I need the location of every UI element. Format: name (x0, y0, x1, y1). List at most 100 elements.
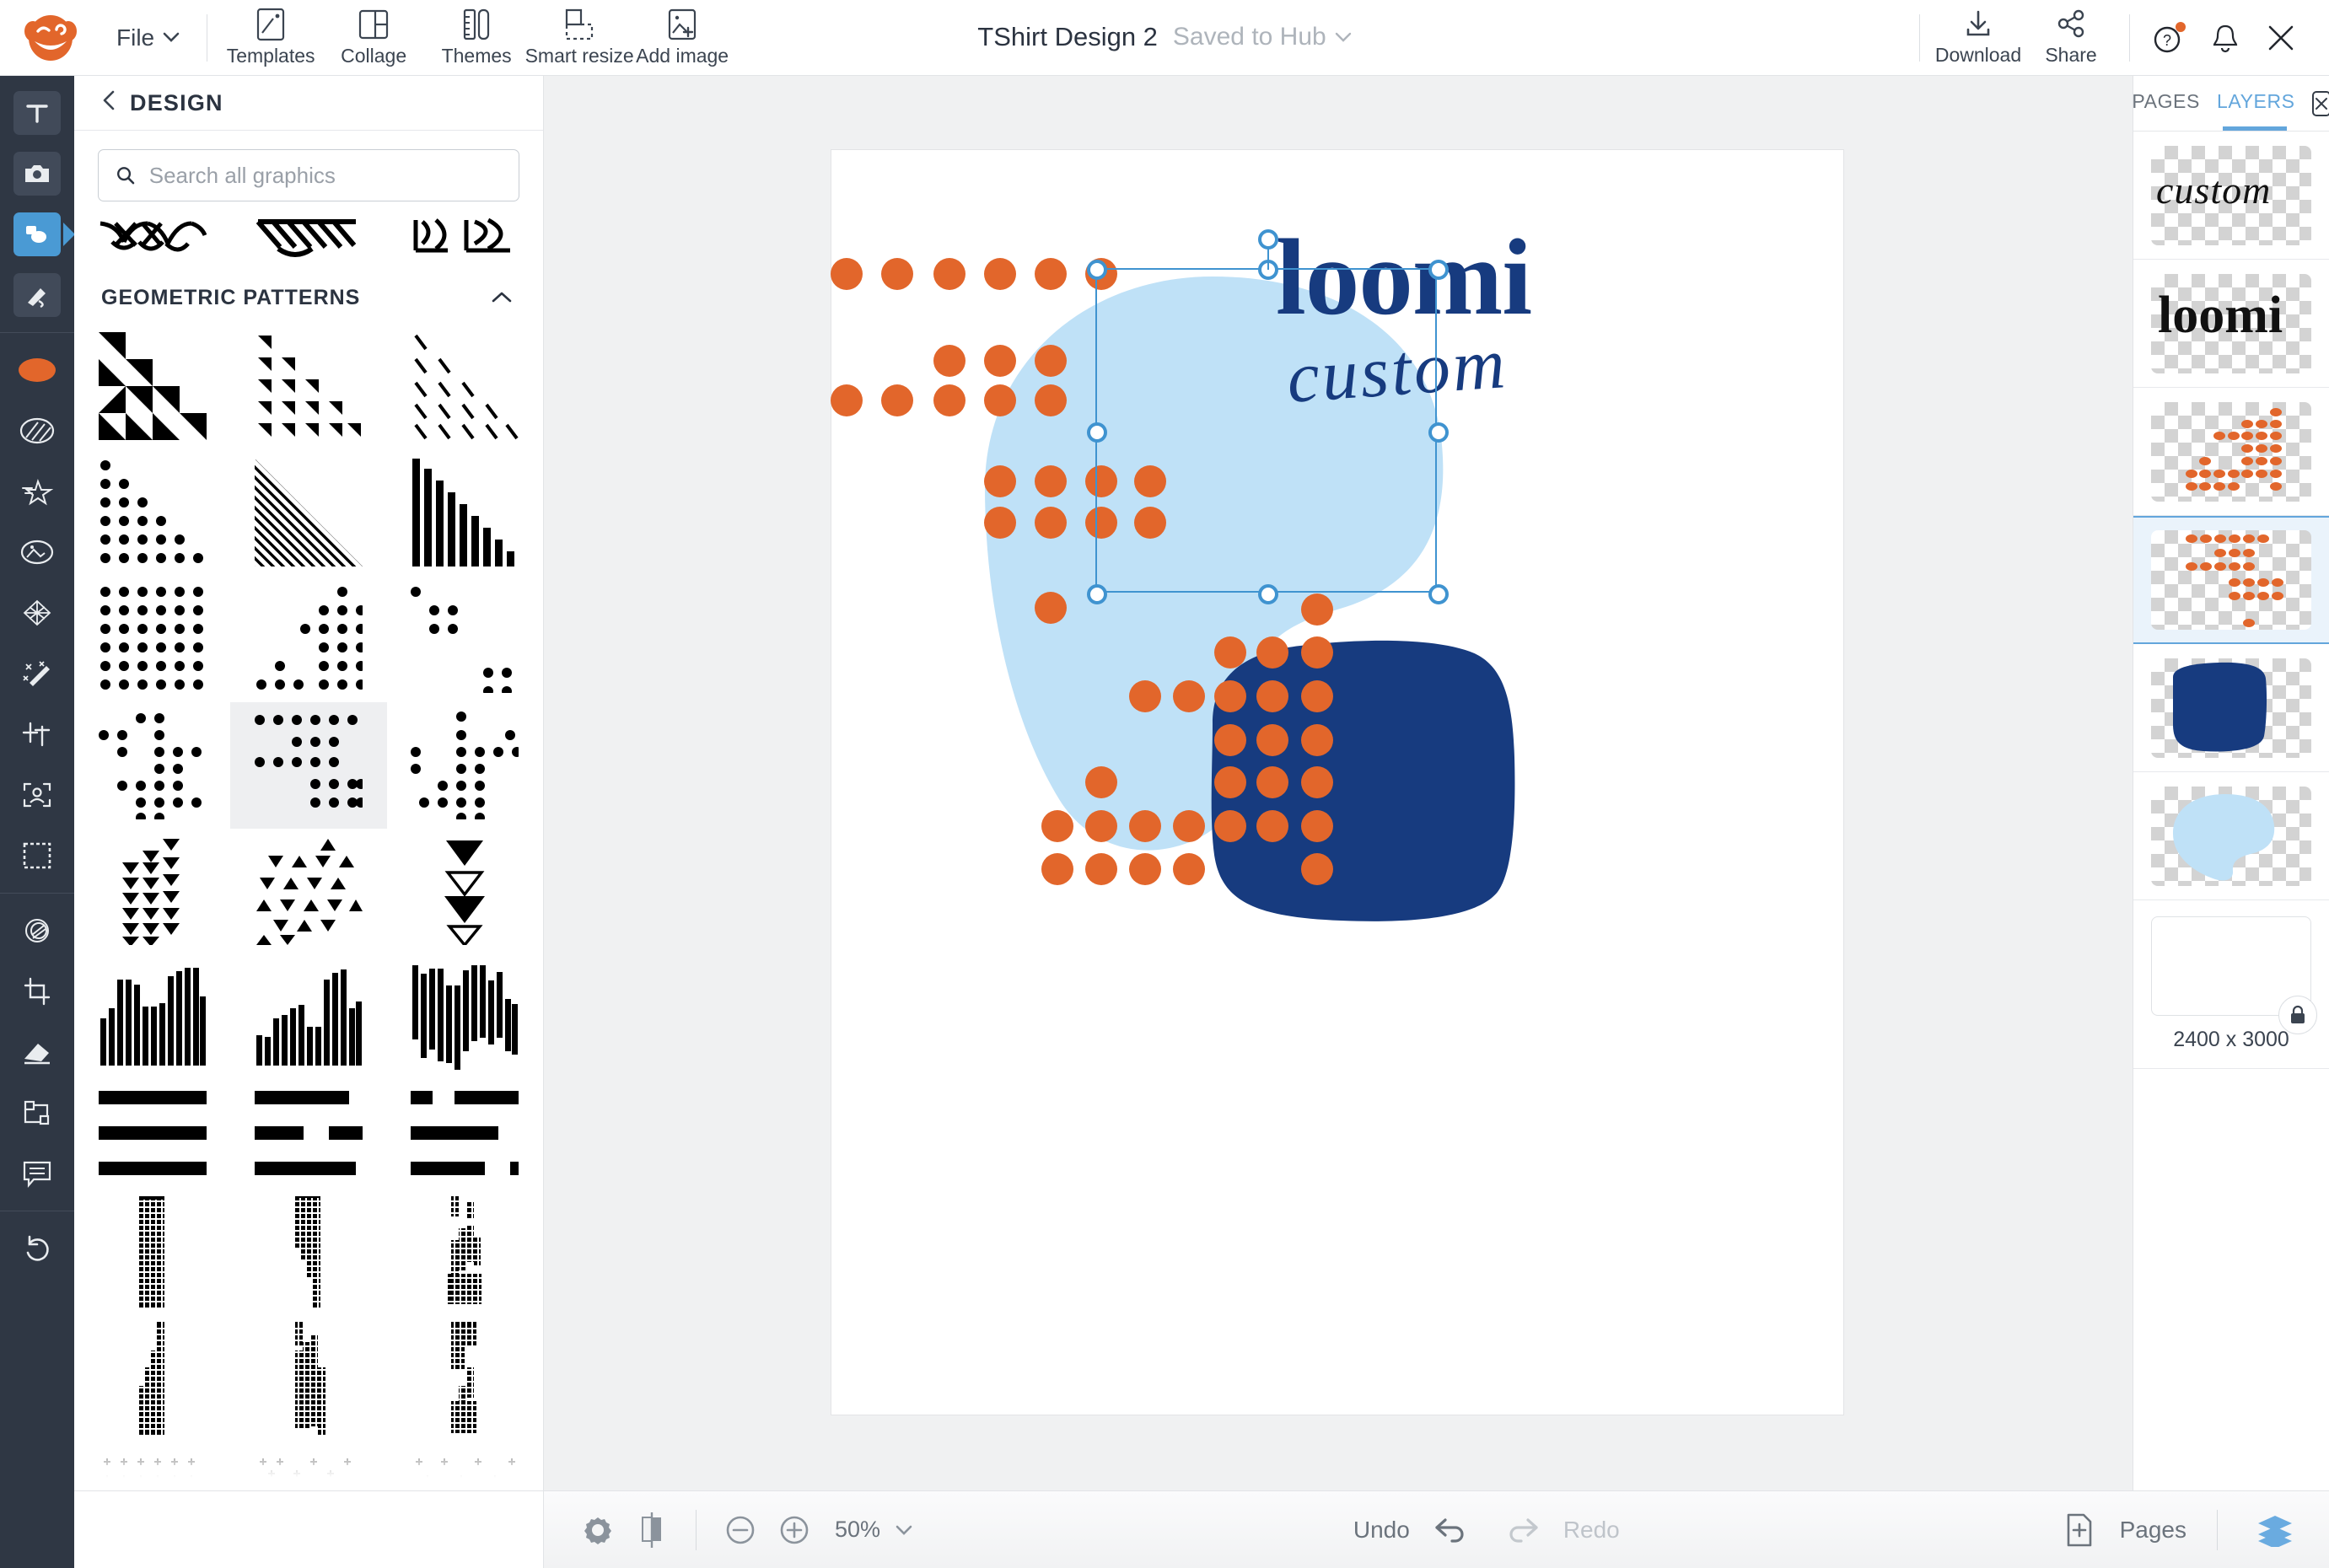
sidebar-item-text[interactable] (0, 83, 74, 143)
layer-navy-blob[interactable] (2133, 644, 2329, 772)
thumb-thick-lines-a[interactable] (74, 1078, 230, 1188)
sidebar-item-photos[interactable] (0, 143, 74, 204)
thumb-dot-cluster-a[interactable] (230, 576, 386, 702)
zoom-out-button[interactable] (713, 1503, 767, 1557)
add-image-button[interactable]: Add image (631, 0, 734, 76)
help-button[interactable]: ? (2142, 0, 2197, 76)
thumb-thick-lines-c[interactable] (387, 1078, 543, 1188)
thumb-pixel-column-c[interactable] (387, 1188, 543, 1316)
sidebar-item-effects[interactable] (0, 461, 74, 522)
thumb-dot-arrow-b-selected[interactable] (230, 702, 387, 829)
handle-top-right[interactable] (1428, 260, 1449, 280)
search-input[interactable] (148, 162, 502, 189)
thumb-hatched-triangle[interactable] (230, 449, 386, 576)
picmonkey-logo[interactable] (0, 0, 101, 76)
thumb-dot-arrow-a[interactable] (74, 702, 230, 829)
selection-box[interactable] (1087, 229, 1449, 604)
thumb-pixel-column-a[interactable] (74, 1188, 230, 1316)
close-layers-panel-button[interactable] (2311, 90, 2329, 116)
search-box[interactable] (98, 149, 519, 201)
share-button[interactable]: Share (2025, 0, 2117, 76)
handle-mid-right[interactable] (1428, 422, 1449, 443)
sidebar-item-photo-effects[interactable] (0, 522, 74, 583)
panel-back-button[interactable] (101, 89, 116, 117)
compare-view-button[interactable] (625, 1503, 679, 1557)
templates-button[interactable]: Templates (219, 0, 322, 76)
thumb-bar-chart-b[interactable] (230, 953, 386, 1078)
thumb-dot-arrow-c[interactable] (387, 702, 543, 829)
thumb-triangle-scatter[interactable] (230, 829, 386, 953)
layer-background[interactable]: 2400 x 3000 (2133, 900, 2329, 1069)
handle-mid-left[interactable] (1087, 422, 1107, 443)
themes-button[interactable]: Themes (425, 0, 528, 76)
thumb-plus-grid-b[interactable] (230, 1442, 386, 1490)
thumb-plus-grid-c[interactable] (387, 1442, 543, 1490)
thumb-pixel-taper-b[interactable] (230, 1316, 386, 1442)
sidebar-item-graphics[interactable] (0, 204, 75, 265)
sidebar-item-draw[interactable] (0, 265, 74, 325)
zoom-in-button[interactable] (767, 1503, 821, 1557)
layer-blue-blob[interactable] (2133, 772, 2329, 900)
thumb-bar-chart-c[interactable] (387, 953, 543, 1078)
sidebar-item-history[interactable] (0, 1218, 74, 1279)
tab-pages[interactable]: PAGES (2132, 90, 2200, 116)
sidebar-item-portrait[interactable] (0, 765, 74, 825)
thumb-arc-pattern-b[interactable] (230, 217, 386, 269)
sidebar-item-resize[interactable] (0, 1082, 74, 1143)
thumb-arc-pattern-a[interactable] (74, 217, 230, 269)
layer-dots-top[interactable] (2133, 516, 2329, 644)
pattern-grid[interactable] (74, 323, 543, 1490)
thumb-pixel-column-b[interactable] (230, 1188, 386, 1316)
download-button[interactable]: Download (1932, 0, 2025, 76)
layers-list[interactable]: custom loomi 2400 x 3000 (2133, 132, 2329, 1489)
thumb-pixel-taper-a[interactable] (74, 1316, 230, 1442)
thumb-dot-block-left[interactable] (74, 576, 230, 702)
thumb-tapered-bars[interactable] (387, 449, 543, 576)
zoom-dropdown-button[interactable] (887, 1503, 921, 1557)
canvas-stage[interactable]: loomi custom (544, 76, 2133, 1490)
thumb-pixel-taper-c[interactable] (387, 1316, 543, 1442)
background-lock-badge[interactable] (2278, 996, 2317, 1034)
rotation-handle[interactable] (1257, 229, 1278, 250)
thumb-small-triangles[interactable] (230, 323, 386, 449)
sidebar-item-adjust[interactable] (0, 704, 74, 765)
sidebar-item-frames[interactable] (0, 825, 74, 886)
sidebar-item-crop[interactable] (0, 961, 74, 1022)
thumb-bar-chart-a[interactable] (74, 953, 230, 1078)
thumb-dot-cluster-b[interactable] (387, 576, 543, 702)
thumb-plus-grid-a[interactable] (74, 1442, 230, 1490)
layer-loomi-text[interactable]: loomi (2133, 260, 2329, 388)
file-menu-button[interactable]: File (101, 24, 195, 51)
close-editor-button[interactable] (2253, 0, 2309, 76)
thumb-dot-triangle[interactable] (74, 449, 230, 576)
smart-resize-button[interactable]: Smart resize (525, 0, 634, 76)
sidebar-item-texture[interactable] (0, 400, 74, 461)
redo-button[interactable] (1494, 1503, 1548, 1557)
handle-top-left[interactable] (1087, 260, 1107, 280)
undo-button[interactable] (1425, 1503, 1479, 1557)
sidebar-item-textures[interactable] (0, 583, 74, 643)
tab-layers[interactable]: LAYERS (2217, 90, 2295, 116)
artboard[interactable]: loomi custom (831, 150, 1843, 1415)
settings-button[interactable] (571, 1503, 625, 1557)
add-page-button[interactable] (2052, 1503, 2106, 1557)
collage-button[interactable]: Collage (322, 0, 425, 76)
thumb-triangle-columns[interactable] (74, 829, 230, 953)
notifications-button[interactable] (2197, 0, 2253, 76)
sidebar-item-color[interactable] (0, 340, 74, 400)
handle-bottom-left[interactable] (1087, 584, 1107, 604)
thumb-triangle-stack[interactable] (387, 829, 543, 953)
thumb-diagonal-dashes[interactable] (387, 323, 543, 449)
layers-toggle-button[interactable] (2248, 1503, 2302, 1557)
thumb-arc-pattern-c[interactable] (387, 217, 543, 269)
thumb-checker-triangle[interactable] (74, 323, 230, 449)
handle-bottom-center[interactable] (1257, 584, 1278, 604)
handle-bottom-right[interactable] (1428, 584, 1449, 604)
section-geometric-patterns[interactable]: GEOMETRIC PATTERNS (74, 272, 543, 323)
sidebar-item-touchup[interactable] (0, 643, 74, 704)
sidebar-item-comments[interactable] (0, 1143, 74, 1204)
layer-dots-bottom[interactable] (2133, 388, 2329, 516)
thumb-thick-lines-b[interactable] (230, 1078, 386, 1188)
sidebar-item-blend[interactable] (0, 900, 74, 961)
layer-custom-text[interactable]: custom (2133, 132, 2329, 260)
